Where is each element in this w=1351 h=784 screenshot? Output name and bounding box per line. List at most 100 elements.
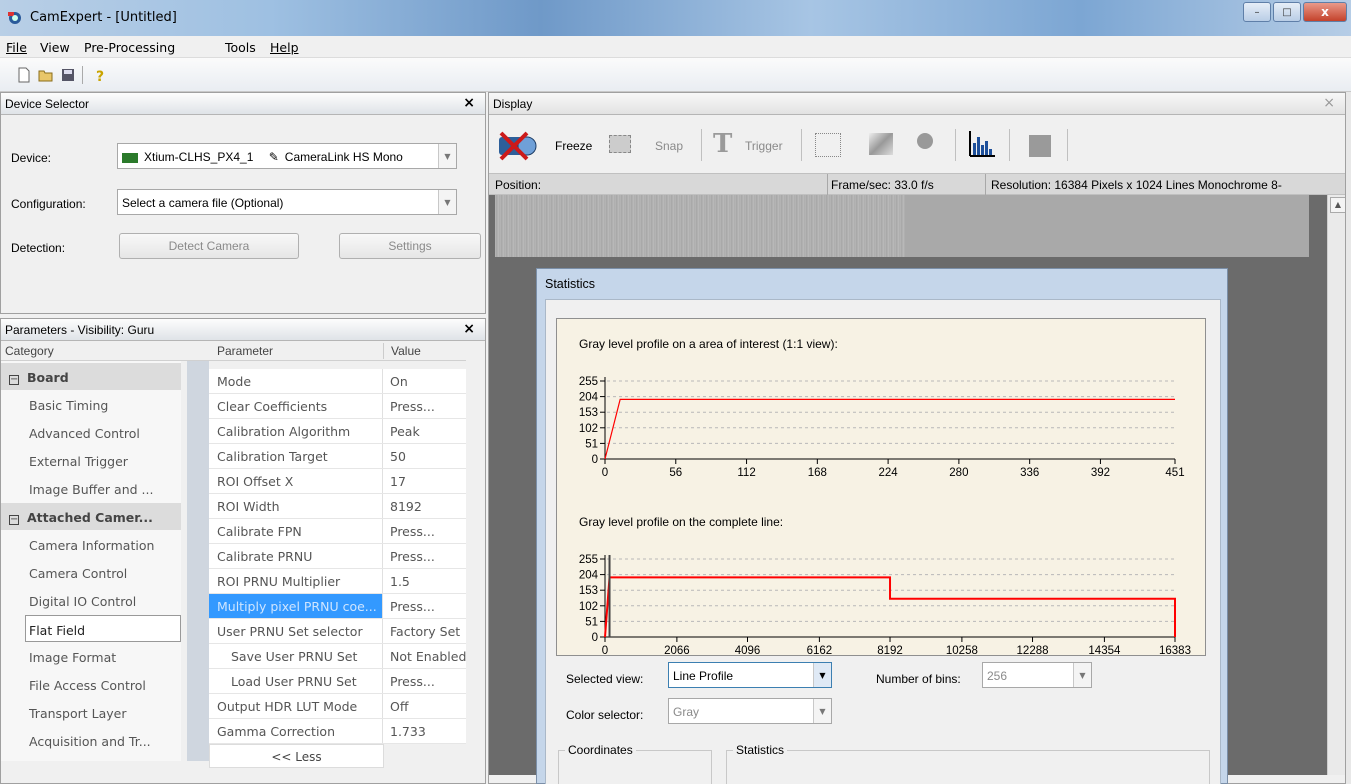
parameters-title: Parameters - Visibility: Guru: [5, 323, 155, 337]
minimize-button[interactable]: –: [1243, 2, 1271, 22]
param-row-calibration-algorithm[interactable]: Calibration Algorithm Peak: [209, 419, 466, 444]
category-image-buffer[interactable]: Image Buffer and ...: [1, 475, 181, 502]
open-icon[interactable]: [38, 67, 54, 83]
stop-icon[interactable]: [1029, 135, 1051, 157]
resolution-readout: Resolution: 16384 Pixels x 1024 Lines Mo…: [991, 178, 1282, 192]
device-selector-close-icon[interactable]: ×: [463, 95, 475, 111]
y-tick-label: 153: [579, 407, 598, 419]
image-noise-icon[interactable]: [869, 133, 893, 155]
chevron-down-icon[interactable]: ▼: [438, 144, 456, 168]
freeze-camera-icon[interactable]: [497, 129, 543, 161]
device-value: Xtium-CLHS_PX4_1: [144, 150, 254, 164]
full-line-profile-chart: 0 51 102 153 204 255 0 2066 4096 6162 8192 10258 122…: [579, 554, 1191, 655]
series-line: [604, 576, 1176, 638]
configuration-label: Configuration:: [11, 197, 86, 211]
category-acquisition[interactable]: Acquisition and Tr...: [1, 727, 181, 754]
configuration-value: Select a camera file (Optional): [122, 196, 284, 210]
device-selector-title: Device Selector: [5, 97, 90, 111]
col-value: Value: [391, 344, 421, 358]
parameter-row-gutter: [187, 361, 209, 761]
settings-button[interactable]: Settings: [339, 233, 481, 259]
category-file-access-control[interactable]: File Access Control: [1, 671, 181, 698]
category-board[interactable]: − Board: [1, 363, 181, 390]
menu-pre-processing[interactable]: Pre-Processing: [84, 40, 175, 55]
menu-tools[interactable]: Tools: [225, 40, 256, 55]
selected-view-value: Line Profile: [673, 669, 734, 683]
y-tick-label: 204: [579, 570, 599, 582]
zoom-icon[interactable]: [917, 133, 933, 149]
device-selector-header: Device Selector ×: [1, 93, 485, 115]
category-camera-information[interactable]: Camera Information: [1, 531, 181, 558]
category-transport-layer[interactable]: Transport Layer: [1, 699, 181, 726]
param-row-load-user-prnu-set[interactable]: Load User PRNU Set Press...: [209, 669, 466, 694]
category-camera-control[interactable]: Camera Control: [1, 559, 181, 586]
param-row-gamma-correction[interactable]: Gamma Correction 1.733: [209, 719, 466, 744]
chevron-down-icon[interactable]: ▼: [1073, 663, 1091, 687]
category-image-format[interactable]: Image Format: [1, 643, 181, 670]
scroll-up-arrow-icon[interactable]: ▲: [1330, 197, 1345, 213]
parameters-grid-header: Category Parameter Value: [1, 341, 466, 361]
bins-combo[interactable]: 256 ▼: [982, 662, 1092, 688]
selected-view-combo[interactable]: Line Profile ▼: [668, 662, 832, 688]
param-row-calibrate-prnu[interactable]: Calibrate PRNU Press...: [209, 544, 466, 569]
chevron-down-icon[interactable]: ▼: [813, 699, 831, 723]
fit-to-window-icon[interactable]: [815, 133, 841, 157]
y-tick-label: 255: [579, 554, 598, 566]
chevron-down-icon[interactable]: ▼: [813, 663, 831, 687]
category-advanced-control[interactable]: Advanced Control: [1, 419, 181, 446]
color-selector-combo[interactable]: Gray ▼: [668, 698, 832, 724]
freeze-label[interactable]: Freeze: [555, 139, 592, 153]
x-tick-label: 451: [1165, 467, 1184, 479]
svg-text:?: ?: [96, 69, 104, 83]
detection-label: Detection:: [11, 241, 66, 255]
x-tick-label: 12288: [1017, 645, 1049, 655]
maximize-button[interactable]: □: [1273, 2, 1301, 22]
detect-camera-button[interactable]: Detect Camera: [119, 233, 299, 259]
statistics-dialog: Statistics Gray level profile on a area …: [536, 268, 1228, 784]
col-category: Category: [5, 344, 54, 358]
help-icon[interactable]: ?: [92, 67, 108, 83]
y-tick-label: 255: [579, 376, 598, 388]
param-row-mode[interactable]: Mode On: [209, 369, 466, 394]
x-tick-label: 56: [669, 467, 682, 479]
parameters-header: Parameters - Visibility: Guru ×: [1, 319, 485, 341]
category-external-trigger[interactable]: External Trigger: [1, 447, 181, 474]
category-attached-camera[interactable]: − Attached Camer...: [1, 503, 181, 530]
snap-icon[interactable]: [609, 135, 631, 153]
histogram-icon[interactable]: [967, 129, 997, 159]
category-digital-io-control[interactable]: Digital IO Control: [1, 587, 181, 614]
statistics-group: Statistics: [726, 743, 1210, 784]
menu-view[interactable]: View: [40, 40, 70, 55]
category-flat-field[interactable]: Flat Field: [25, 615, 181, 642]
param-row-output-hdr-lut-mode[interactable]: Output HDR LUT Mode Off: [209, 694, 466, 719]
configuration-combo[interactable]: Select a camera file (Optional) ▼: [117, 189, 457, 215]
param-row-calibrate-fpn[interactable]: Calibrate FPN Press...: [209, 519, 466, 544]
plot2-title: Gray level profile on the complete line:: [579, 515, 784, 529]
close-button[interactable]: x: [1303, 2, 1347, 22]
param-row-save-user-prnu-set[interactable]: Save User PRNU Set Not Enabled: [209, 644, 466, 669]
save-icon[interactable]: [60, 67, 76, 83]
snap-label[interactable]: Snap: [655, 139, 683, 153]
param-row-multiply-pixel-prnu[interactable]: Multiply pixel PRNU coe... Press...: [209, 594, 466, 619]
chevron-down-icon[interactable]: ▼: [438, 190, 456, 214]
trigger-label[interactable]: Trigger: [745, 139, 783, 153]
category-basic-timing[interactable]: Basic Timing: [1, 391, 181, 418]
main-toolbar: ?: [0, 58, 1351, 92]
device-combo[interactable]: Xtium-CLHS_PX4_1 ✎ CameraLink HS Mono ▼: [117, 143, 457, 169]
param-row-user-prnu-set-selector[interactable]: User PRNU Set selector Factory Set: [209, 619, 466, 644]
param-row-clear-coefficients[interactable]: Clear Coefficients Press...: [209, 394, 466, 419]
menu-file[interactable]: File: [6, 40, 27, 55]
new-icon[interactable]: [16, 67, 32, 83]
parameters-close-icon[interactable]: ×: [463, 321, 475, 337]
param-row-roi-prnu-multiplier[interactable]: ROI PRNU Multiplier 1.5: [209, 569, 466, 594]
x-tick-label: 6162: [807, 645, 833, 655]
x-tick-label: 16383: [1159, 645, 1191, 655]
param-row-calibration-target[interactable]: Calibration Target 50: [209, 444, 466, 469]
display-close-icon[interactable]: ×: [1323, 95, 1335, 111]
menu-help[interactable]: Help: [270, 40, 299, 55]
param-row-roi-offset-x[interactable]: ROI Offset X 17: [209, 469, 466, 494]
display-vertical-scrollbar[interactable]: ▲: [1327, 195, 1345, 775]
less-button[interactable]: << Less: [209, 744, 384, 768]
trigger-icon[interactable]: T: [713, 129, 732, 159]
param-row-roi-width[interactable]: ROI Width 8192: [209, 494, 466, 519]
